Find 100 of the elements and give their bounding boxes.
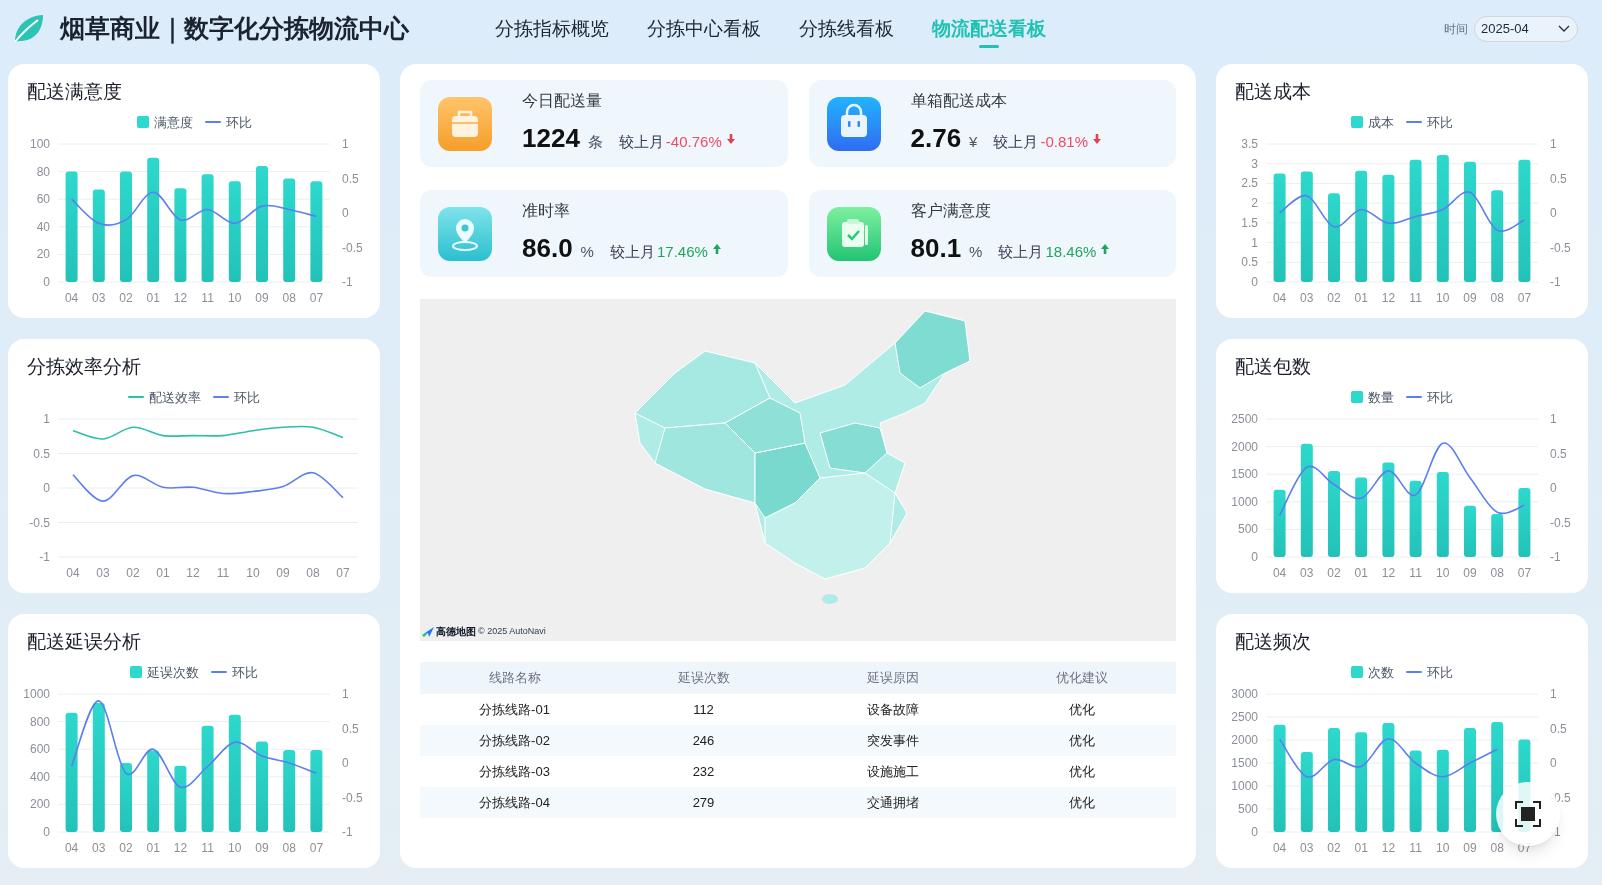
axis-label: 10 [228,291,242,305]
axis-label: 02 [1327,566,1341,580]
axis-label: 3 [1251,156,1258,171]
column-header: 线路名称 [487,669,542,688]
axis-label: 0 [1550,756,1557,770]
table-cell-text: 232 [691,762,716,781]
period-value: 2025-04 [1481,20,1530,39]
axis-label: 02 [126,566,140,580]
axis-label: -1 [1550,550,1561,564]
axis-label: 04 [64,291,79,305]
panel-title: 配送满意度 [27,80,123,104]
axis-label: 10 [1436,291,1450,305]
compare-label: 较上月 [609,242,655,262]
axis-label: 07 [1517,291,1532,305]
axis-label: -0.5 [342,240,363,255]
axis-label: 04 [64,841,79,855]
axis-label: 12 [173,841,188,855]
column-header: 延误原因 [865,669,920,688]
axis-label: 09 [1463,291,1477,305]
axis-label: 03 [92,841,106,855]
axis-label: 200 [29,797,50,812]
table-cell-text: 交通拥堵 [865,793,920,812]
axis-label: 1.5 [1241,215,1258,230]
axis-label: 03 [1300,566,1314,580]
axis-label: 80 [36,164,50,179]
axis-label: 11 [1409,566,1422,580]
map-attribution: © 2025 AutoNavi [478,624,546,638]
axis-label: 1000 [23,687,50,701]
legend-label: 次数 [1368,663,1394,682]
axis-label: -0.5 [1550,790,1571,805]
legend-label: 环比 [1427,113,1453,132]
axis-label: 40 [36,219,50,234]
axis-label: 07 [309,291,324,305]
axis-label: 0.5 [342,171,359,186]
axis-label: 400 [29,769,50,784]
axis-label: 09 [276,566,290,580]
axis-label: 0 [1251,825,1258,839]
axis-label: 0 [342,206,349,220]
table-cell-text: 分拣线路-02 [478,731,551,750]
kpi-value: 2.76 [910,122,962,155]
axis-label: 10 [1436,841,1450,855]
axis-label: 600 [29,742,50,757]
legend-label: 延误次数 [147,663,199,682]
axis-label: 1 [342,137,349,151]
axis-label: 0 [1550,206,1557,220]
axis-label: 04 [1272,841,1287,855]
axis-label: 60 [36,192,50,207]
axis-label: 07 [1517,841,1532,855]
axis-label: -1 [1550,825,1561,839]
table-cell-text: 优化 [1067,731,1096,750]
column-header: 优化建议 [1054,669,1109,688]
table-cell-text: 设施施工 [865,762,920,781]
axis-label: 2000 [1231,439,1258,454]
axis-label: 0.5 [33,446,50,461]
table-cell-text: 优化 [1067,700,1096,719]
axis-label: 02 [1327,291,1341,305]
axis-label: 12 [1381,841,1396,855]
axis-label: 09 [255,291,269,305]
legend-label: 数量 [1368,388,1394,407]
axis-label: 1000 [1231,779,1258,793]
axis-label: 08 [282,291,296,305]
axis-label: 2.5 [1241,176,1258,191]
kpi-label: 今日配送量 [522,91,603,111]
axis-label: 2 [1251,196,1258,211]
axis-label: -1 [1550,275,1561,289]
axis-label: 20 [36,247,50,262]
axis-label: 1500 [1231,756,1258,770]
axis-label: 04 [1272,566,1287,580]
axis-label: 1 [342,687,349,701]
kpi-unit: ¥ [969,132,978,152]
axis-label: 07 [336,566,350,580]
axis-label: 08 [1490,291,1504,305]
compare-label: 较上月 [998,242,1044,262]
axis-label: -1 [39,550,50,564]
axis-label: 11 [201,291,214,305]
axis-label: 03 [96,566,110,580]
legend-label: 环比 [234,388,260,407]
axis-label: 10 [228,841,242,855]
axis-label: 0 [43,825,50,839]
legend-label: 配送效率 [149,388,201,407]
column-header: 延误次数 [676,669,731,688]
axis-label: 02 [1327,841,1341,855]
kpi-unit: 条 [587,132,603,152]
axis-label: -1 [342,825,353,839]
axis-label: 0 [1251,550,1258,564]
panel-title: 配送包数 [1235,355,1312,379]
axis-label: 500 [1237,522,1258,537]
axis-label: 2500 [1231,412,1258,426]
legend-label: 环比 [1427,663,1453,682]
axis-label: 04 [1272,291,1287,305]
axis-label: 02 [119,291,133,305]
axis-label: 800 [29,714,50,729]
axis-label: 04 [66,566,80,580]
axis-label: 1500 [1231,467,1258,482]
kpi-unit: % [580,242,594,262]
legend-label: 环比 [232,663,258,682]
change-value: 17.46% [656,242,708,262]
table-cell-text: 分拣线路-03 [478,762,551,781]
kpi-value: 80.1 [910,232,962,265]
axis-label: 1 [1251,235,1258,250]
